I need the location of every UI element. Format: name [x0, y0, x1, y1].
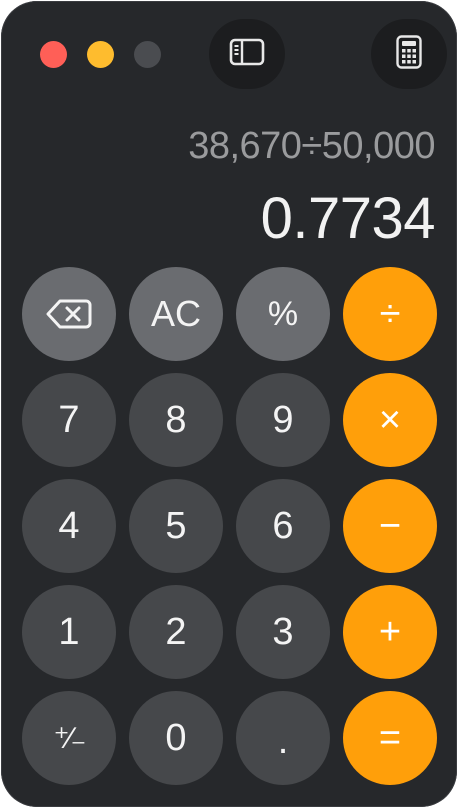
- digit-3-button[interactable]: 3: [236, 585, 330, 679]
- add-label: +: [378, 610, 402, 653]
- minimize-window-button[interactable]: [87, 41, 114, 68]
- digit-0-label: 0: [165, 716, 187, 759]
- sidebar-toggle-icon: [229, 38, 265, 71]
- digit-4-button[interactable]: 4: [22, 479, 116, 573]
- digit-9-label: 9: [272, 398, 294, 441]
- equals-label: =: [378, 716, 402, 759]
- plus-minus-button[interactable]: ⁺∕₋: [22, 691, 116, 785]
- calculator-mode-icon: [396, 34, 422, 74]
- result-display: 0.7734: [260, 186, 436, 251]
- digit-2-label: 2: [165, 610, 187, 653]
- digit-7-button[interactable]: 7: [22, 373, 116, 467]
- subtract-label: −: [378, 504, 402, 547]
- close-window-button[interactable]: [40, 41, 67, 68]
- add-button[interactable]: +: [343, 585, 437, 679]
- percent-label: %: [267, 294, 299, 333]
- digit-1-label: 1: [58, 610, 80, 653]
- multiply-button[interactable]: ×: [343, 373, 437, 467]
- multiply-label: ×: [378, 398, 402, 441]
- calculator-window: 38,670÷50,000 0.7734 ⌫ AC % ÷ 7 8 9 × 4 …: [1, 1, 457, 807]
- digit-6-button[interactable]: 6: [236, 479, 330, 573]
- decimal-point-label: .: [277, 719, 289, 762]
- divide-button[interactable]: ÷: [343, 267, 437, 361]
- digit-8-label: 8: [165, 398, 187, 441]
- digit-8-button[interactable]: 8: [129, 373, 223, 467]
- all-clear-button[interactable]: AC: [129, 267, 223, 361]
- zoom-window-button[interactable]: [134, 41, 161, 68]
- digit-7-label: 7: [58, 398, 80, 441]
- digit-0-button[interactable]: 0: [129, 691, 223, 785]
- backspace-button[interactable]: ⌫: [22, 267, 116, 361]
- equals-button[interactable]: =: [343, 691, 437, 785]
- digit-4-label: 4: [58, 504, 80, 547]
- subtract-button[interactable]: −: [343, 479, 437, 573]
- digit-5-button[interactable]: 5: [129, 479, 223, 573]
- divide-label: ÷: [379, 292, 401, 335]
- plus-minus-label: ⁺∕₋: [53, 721, 87, 755]
- digit-9-button[interactable]: 9: [236, 373, 330, 467]
- digit-6-label: 6: [272, 504, 294, 547]
- expression-display: 38,670÷50,000: [188, 125, 435, 167]
- decimal-point-button[interactable]: .: [236, 691, 330, 785]
- calculator-mode-button[interactable]: [371, 19, 447, 89]
- digit-5-label: 5: [165, 504, 187, 547]
- backspace-glyph: [46, 299, 92, 329]
- digit-2-button[interactable]: 2: [129, 585, 223, 679]
- all-clear-label: AC: [150, 293, 201, 334]
- digit-3-label: 3: [272, 610, 294, 653]
- sidebar-toggle-button[interactable]: [209, 19, 285, 89]
- digit-1-button[interactable]: 1: [22, 585, 116, 679]
- percent-button[interactable]: %: [236, 267, 330, 361]
